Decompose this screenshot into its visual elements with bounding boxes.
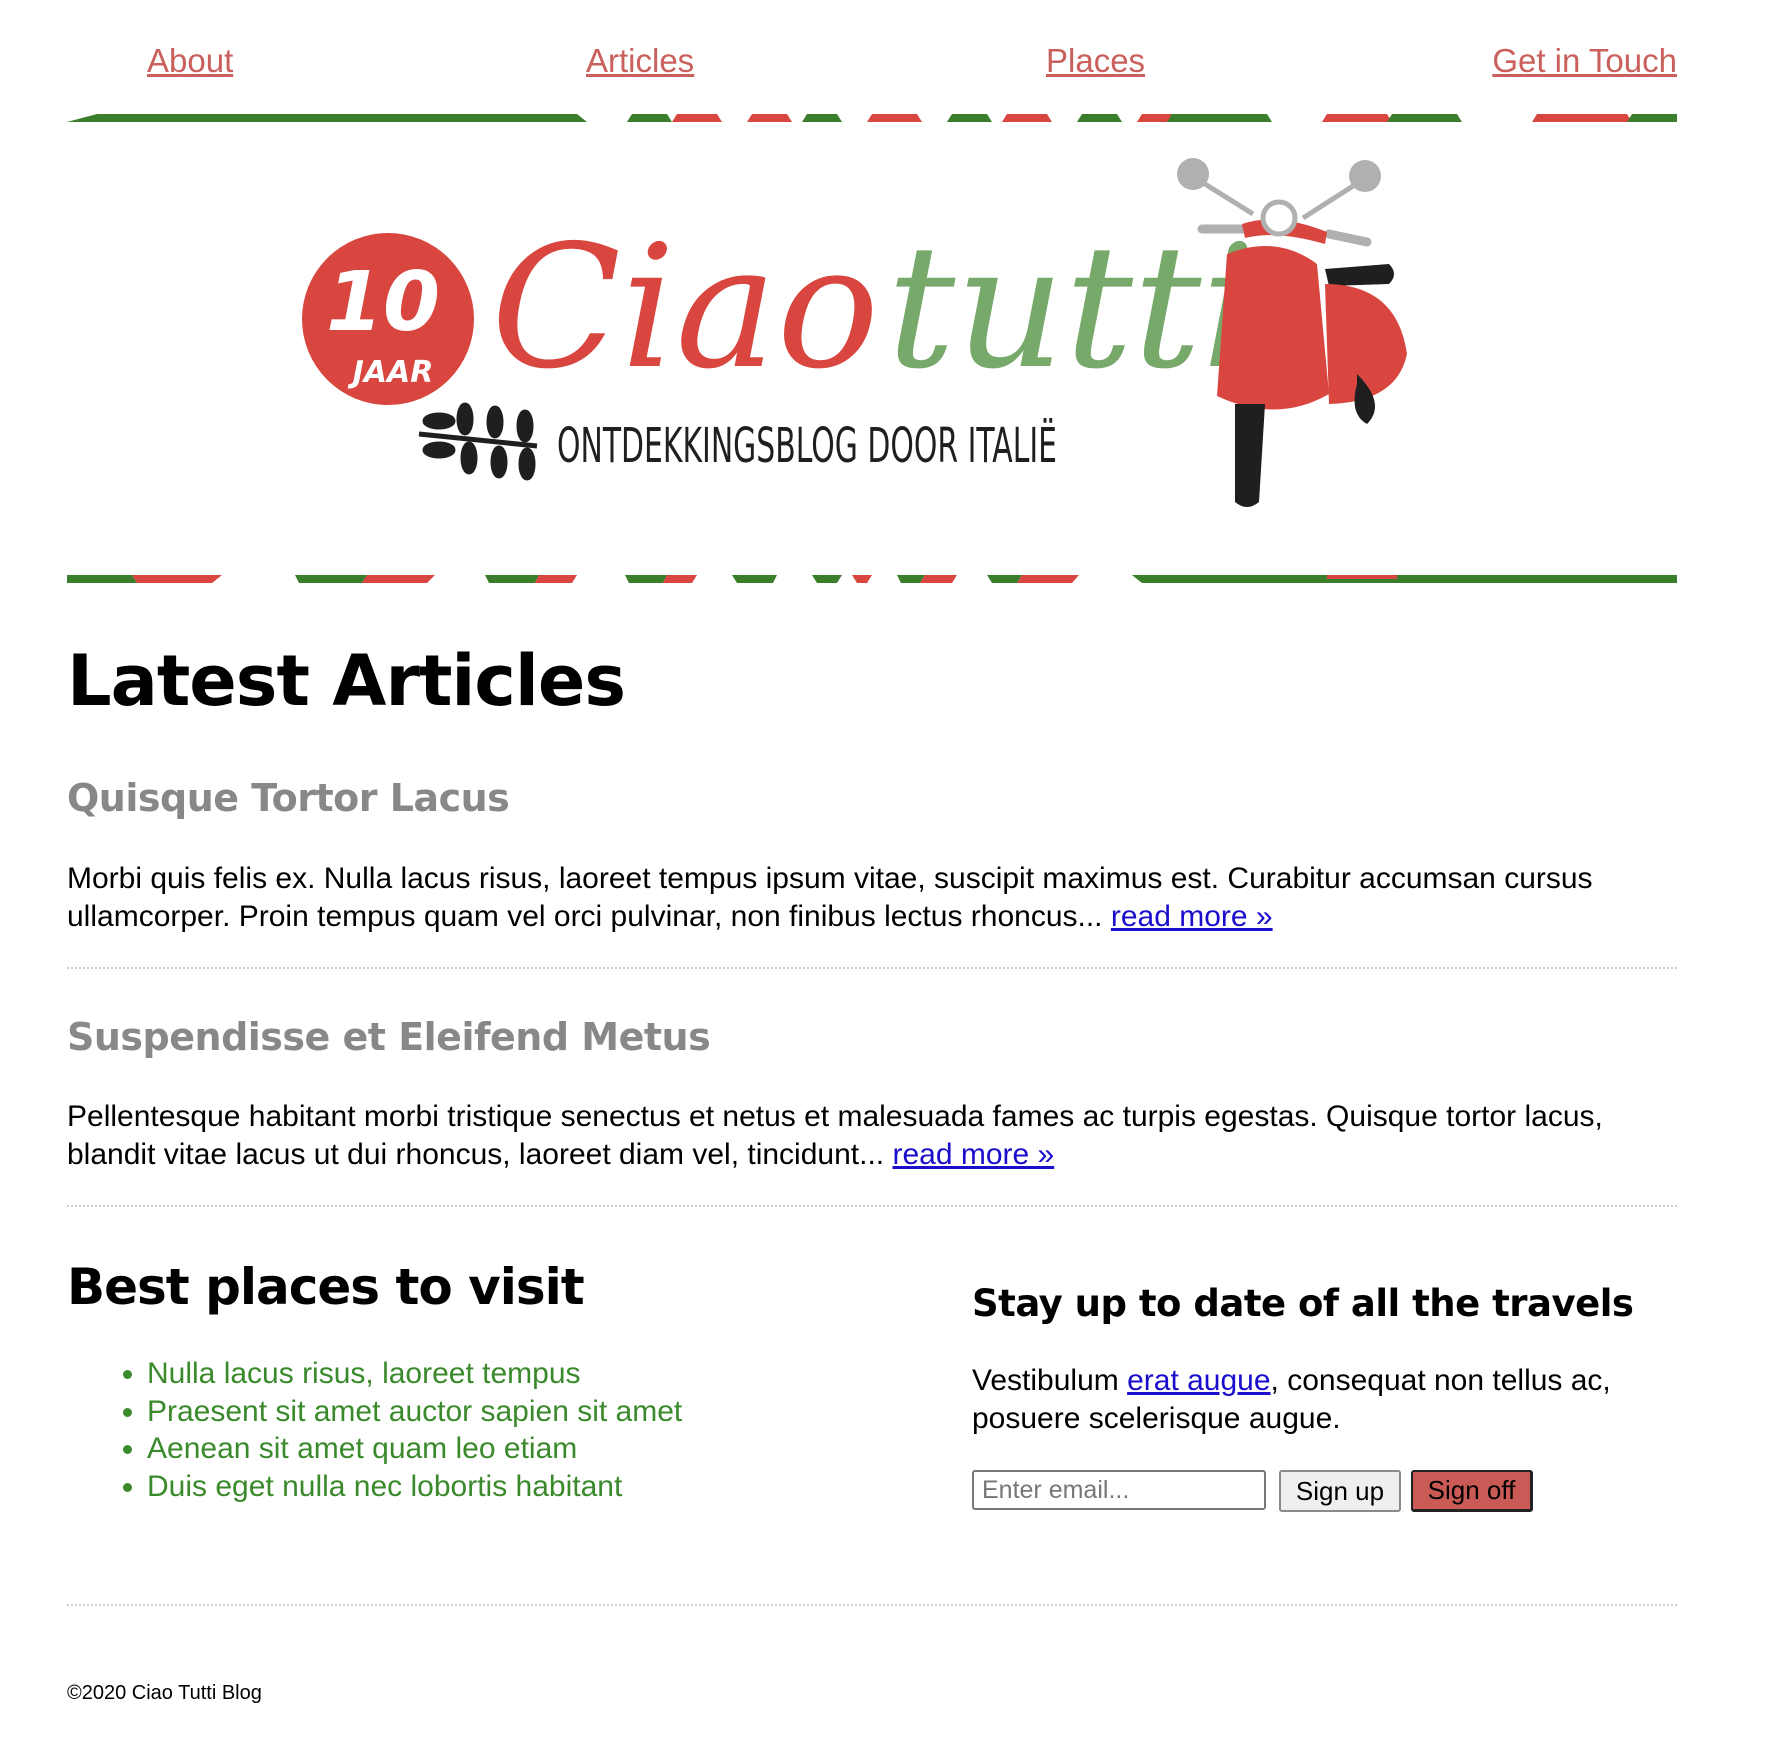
article-title: Suspendisse et Eleifend Metus <box>67 1015 711 1059</box>
badge-word: JAAR <box>348 355 434 390</box>
list-item: Praesent sit amet auctor sapien sit amet <box>147 1393 682 1431</box>
subscribe-text-before: Vestibulum <box>972 1364 1128 1397</box>
article-excerpt: Morbi quis felis ex. Nulla lacus risus, … <box>67 860 1677 936</box>
list-item: Aenean sit amet quam leo etiam <box>147 1430 682 1468</box>
read-more-link[interactable]: read more » <box>892 1138 1054 1171</box>
sign-up-button[interactable]: Sign up <box>1279 1470 1401 1512</box>
article-title: Quisque Tortor Lacus <box>67 776 510 820</box>
logo-title-tutti: tutti <box>887 209 1256 407</box>
subscribe-heading: Stay up to date of all the travels <box>972 1282 1634 1325</box>
latest-articles-heading: Latest Articles <box>67 640 626 722</box>
list-item: Nulla lacus risus, laoreet tempus <box>147 1355 682 1393</box>
erat-augue-link[interactable]: erat augue <box>1127 1364 1270 1397</box>
header-banner: 10 JAAR Ciao tutti ONTDEKKINGSBLOG DOOR … <box>67 114 1677 584</box>
logo: 10 JAAR Ciao tutti ONTDEKKINGSBLOG DOOR … <box>302 158 1407 507</box>
read-more-link[interactable]: read more » <box>1111 900 1273 933</box>
bottom-stripe <box>67 575 1677 583</box>
list-item: Duis eget nulla nec lobortis habitant <box>147 1468 682 1506</box>
badge-number: 10 <box>326 255 440 350</box>
logo-tagline: ONTDEKKINGSBLOG DOOR ITALIË <box>557 418 1057 474</box>
logo-title-ciao: Ciao <box>491 209 879 407</box>
places-list: Nulla lacus risus, laoreet tempus Praese… <box>67 1355 682 1505</box>
nav-get-in-touch-link[interactable]: Get in Touch <box>1492 42 1677 80</box>
best-places-heading: Best places to visit <box>67 1258 585 1316</box>
top-nav: About Articles Places Get in Touch <box>67 42 1677 82</box>
divider <box>67 1205 1677 1207</box>
nav-about-link[interactable]: About <box>147 42 233 80</box>
nav-places-link[interactable]: Places <box>1046 42 1145 80</box>
footer-copyright: ©2020 Ciao Tutti Blog <box>67 1682 262 1704</box>
leaf-sprig-icon <box>418 402 538 481</box>
subscribe-text: Vestibulum erat augue, consequat non tel… <box>972 1362 1672 1438</box>
article-excerpt: Pellentesque habitant morbi tristique se… <box>67 1098 1677 1174</box>
sign-off-button[interactable]: Sign off <box>1411 1470 1533 1512</box>
article-excerpt-text: Pellentesque habitant morbi tristique se… <box>67 1100 1603 1171</box>
nav-articles-link[interactable]: Articles <box>586 42 694 80</box>
divider <box>67 967 1677 969</box>
top-stripe <box>67 114 1677 122</box>
email-input[interactable] <box>972 1470 1266 1510</box>
divider <box>67 1604 1677 1606</box>
article-excerpt-text: Morbi quis felis ex. Nulla lacus risus, … <box>67 862 1593 933</box>
